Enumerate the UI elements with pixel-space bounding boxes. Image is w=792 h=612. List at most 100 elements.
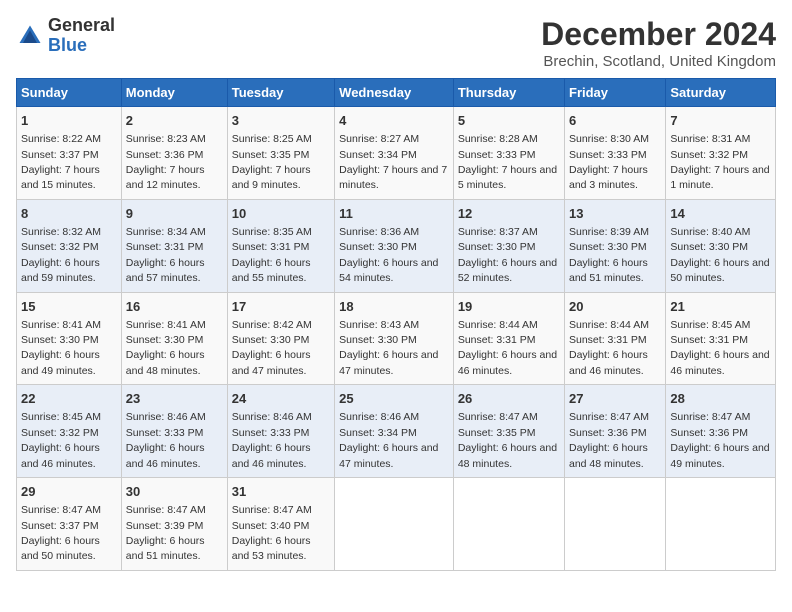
- day-number: 2: [126, 112, 223, 130]
- day-number: 12: [458, 205, 560, 223]
- cell-info: Sunrise: 8:23 AMSunset: 3:36 PMDaylight:…: [126, 133, 206, 191]
- day-number: 5: [458, 112, 560, 130]
- week-row-5: 29Sunrise: 8:47 AMSunset: 3:37 PMDayligh…: [17, 478, 776, 571]
- main-title: December 2024: [541, 16, 776, 53]
- calendar-cell: 9Sunrise: 8:34 AMSunset: 3:31 PMDaylight…: [121, 199, 227, 292]
- cell-info: Sunrise: 8:40 AMSunset: 3:30 PMDaylight:…: [670, 226, 769, 284]
- logo-general: General: [48, 15, 115, 35]
- calendar-cell: 14 Sunrise: 8:40 AMSunset: 3:30 PMDayligh…: [666, 199, 776, 292]
- cell-info: Sunrise: 8:47 AMSunset: 3:37 PMDaylight:…: [21, 504, 101, 562]
- calendar-cell: 5 Sunrise: 8:28 AMSunset: 3:33 PMDaylight…: [453, 107, 564, 200]
- day-number: 1: [21, 112, 117, 130]
- week-row-2: 8 Sunrise: 8:32 AMSunset: 3:32 PMDaylight…: [17, 199, 776, 292]
- header-saturday: Saturday: [666, 79, 776, 107]
- cell-info: Sunrise: 8:41 AMSunset: 3:30 PMDaylight:…: [126, 319, 206, 377]
- logo-text: General Blue: [48, 16, 115, 56]
- header-sunday: Sunday: [17, 79, 122, 107]
- cell-info: Sunrise: 8:46 AMSunset: 3:33 PMDaylight:…: [232, 411, 312, 469]
- cell-info: Sunrise: 8:28 AMSunset: 3:33 PMDaylight:…: [458, 133, 557, 191]
- calendar-cell: 6 Sunrise: 8:30 AMSunset: 3:33 PMDaylight…: [565, 107, 666, 200]
- calendar-cell: 22Sunrise: 8:45 AMSunset: 3:32 PMDayligh…: [17, 385, 122, 478]
- day-number: 6: [569, 112, 661, 130]
- day-number: 30: [126, 483, 223, 501]
- cell-info: Sunrise: 8:45 AMSunset: 3:31 PMDaylight:…: [670, 319, 769, 377]
- day-number: 22: [21, 390, 117, 408]
- logo: General Blue: [16, 16, 115, 56]
- calendar-cell: 2 Sunrise: 8:23 AMSunset: 3:36 PMDaylight…: [121, 107, 227, 200]
- cell-info: Sunrise: 8:37 AMSunset: 3:30 PMDaylight:…: [458, 226, 557, 284]
- calendar-cell: 30 Sunrise: 8:47 AMSunset: 3:39 PMDayligh…: [121, 478, 227, 571]
- cell-info: Sunrise: 8:47 AMSunset: 3:35 PMDaylight:…: [458, 411, 557, 469]
- calendar-cell: [335, 478, 454, 571]
- calendar-cell: 26 Sunrise: 8:47 AMSunset: 3:35 PMDayligh…: [453, 385, 564, 478]
- cell-info: Sunrise: 8:32 AMSunset: 3:32 PMDaylight:…: [21, 226, 101, 284]
- header-tuesday: Tuesday: [227, 79, 334, 107]
- cell-info: Sunrise: 8:25 AMSunset: 3:35 PMDaylight:…: [232, 133, 312, 191]
- calendar-cell: 23Sunrise: 8:46 AMSunset: 3:33 PMDayligh…: [121, 385, 227, 478]
- day-number: 3: [232, 112, 330, 130]
- header-row: SundayMondayTuesdayWednesdayThursdayFrid…: [17, 79, 776, 107]
- cell-info: Sunrise: 8:46 AMSunset: 3:33 PMDaylight:…: [126, 411, 206, 469]
- day-number: 28: [670, 390, 771, 408]
- calendar-cell: 12 Sunrise: 8:37 AMSunset: 3:30 PMDayligh…: [453, 199, 564, 292]
- cell-info: Sunrise: 8:47 AMSunset: 3:39 PMDaylight:…: [126, 504, 206, 562]
- cell-info: Sunrise: 8:30 AMSunset: 3:33 PMDaylight:…: [569, 133, 649, 191]
- calendar-cell: 8 Sunrise: 8:32 AMSunset: 3:32 PMDaylight…: [17, 199, 122, 292]
- subtitle: Brechin, Scotland, United Kingdom: [541, 53, 776, 70]
- cell-info: Sunrise: 8:27 AMSunset: 3:34 PMDaylight:…: [339, 133, 447, 191]
- cell-info: Sunrise: 8:35 AMSunset: 3:31 PMDaylight:…: [232, 226, 312, 284]
- calendar-cell: 17Sunrise: 8:42 AMSunset: 3:30 PMDayligh…: [227, 292, 334, 385]
- calendar-cell: 16 Sunrise: 8:41 AMSunset: 3:30 PMDayligh…: [121, 292, 227, 385]
- calendar-cell: 11Sunrise: 8:36 AMSunset: 3:30 PMDayligh…: [335, 199, 454, 292]
- day-number: 16: [126, 298, 223, 316]
- title-area: December 2024 Brechin, Scotland, United …: [541, 16, 776, 70]
- calendar-cell: 10Sunrise: 8:35 AMSunset: 3:31 PMDayligh…: [227, 199, 334, 292]
- day-number: 24: [232, 390, 330, 408]
- day-number: 14: [670, 205, 771, 223]
- day-number: 7: [670, 112, 771, 130]
- day-number: 27: [569, 390, 661, 408]
- calendar-cell: [453, 478, 564, 571]
- calendar-table: SundayMondayTuesdayWednesdayThursdayFrid…: [16, 78, 776, 571]
- calendar-cell: 27 Sunrise: 8:47 AMSunset: 3:36 PMDayligh…: [565, 385, 666, 478]
- cell-info: Sunrise: 8:43 AMSunset: 3:30 PMDaylight:…: [339, 319, 438, 377]
- calendar-cell: 20Sunrise: 8:44 AMSunset: 3:31 PMDayligh…: [565, 292, 666, 385]
- day-number: 15: [21, 298, 117, 316]
- day-number: 25: [339, 390, 449, 408]
- day-number: 8: [21, 205, 117, 223]
- week-row-3: 15 Sunrise: 8:41 AMSunset: 3:30 PMDayligh…: [17, 292, 776, 385]
- cell-info: Sunrise: 8:22 AMSunset: 3:37 PMDaylight:…: [21, 133, 101, 191]
- day-number: 4: [339, 112, 449, 130]
- calendar-cell: 25 Sunrise: 8:46 AMSunset: 3:34 PMDayligh…: [335, 385, 454, 478]
- calendar-cell: 29Sunrise: 8:47 AMSunset: 3:37 PMDayligh…: [17, 478, 122, 571]
- day-number: 9: [126, 205, 223, 223]
- calendar-cell: 21 Sunrise: 8:45 AMSunset: 3:31 PMDayligh…: [666, 292, 776, 385]
- logo-icon: [16, 22, 44, 50]
- cell-info: Sunrise: 8:47 AMSunset: 3:40 PMDaylight:…: [232, 504, 312, 562]
- header: General Blue December 2024 Brechin, Scot…: [16, 16, 776, 70]
- calendar-cell: 28 Sunrise: 8:47 AMSunset: 3:36 PMDayligh…: [666, 385, 776, 478]
- header-wednesday: Wednesday: [335, 79, 454, 107]
- day-number: 21: [670, 298, 771, 316]
- calendar-cell: 7 Sunrise: 8:31 AMSunset: 3:32 PMDaylight…: [666, 107, 776, 200]
- calendar-cell: 19Sunrise: 8:44 AMSunset: 3:31 PMDayligh…: [453, 292, 564, 385]
- calendar-cell: 24 Sunrise: 8:46 AMSunset: 3:33 PMDayligh…: [227, 385, 334, 478]
- day-number: 18: [339, 298, 449, 316]
- day-number: 31: [232, 483, 330, 501]
- cell-info: Sunrise: 8:36 AMSunset: 3:30 PMDaylight:…: [339, 226, 438, 284]
- cell-info: Sunrise: 8:47 AMSunset: 3:36 PMDaylight:…: [670, 411, 769, 469]
- calendar-cell: 4 Sunrise: 8:27 AMSunset: 3:34 PMDaylight…: [335, 107, 454, 200]
- logo-blue: Blue: [48, 35, 87, 55]
- calendar-cell: 13Sunrise: 8:39 AMSunset: 3:30 PMDayligh…: [565, 199, 666, 292]
- header-friday: Friday: [565, 79, 666, 107]
- cell-info: Sunrise: 8:41 AMSunset: 3:30 PMDaylight:…: [21, 319, 101, 377]
- cell-info: Sunrise: 8:47 AMSunset: 3:36 PMDaylight:…: [569, 411, 649, 469]
- day-number: 26: [458, 390, 560, 408]
- cell-info: Sunrise: 8:39 AMSunset: 3:30 PMDaylight:…: [569, 226, 649, 284]
- calendar-cell: 3 Sunrise: 8:25 AMSunset: 3:35 PMDaylight…: [227, 107, 334, 200]
- header-thursday: Thursday: [453, 79, 564, 107]
- header-monday: Monday: [121, 79, 227, 107]
- calendar-cell: 1 Sunrise: 8:22 AMSunset: 3:37 PMDaylight…: [17, 107, 122, 200]
- cell-info: Sunrise: 8:31 AMSunset: 3:32 PMDaylight:…: [670, 133, 769, 191]
- cell-info: Sunrise: 8:46 AMSunset: 3:34 PMDaylight:…: [339, 411, 438, 469]
